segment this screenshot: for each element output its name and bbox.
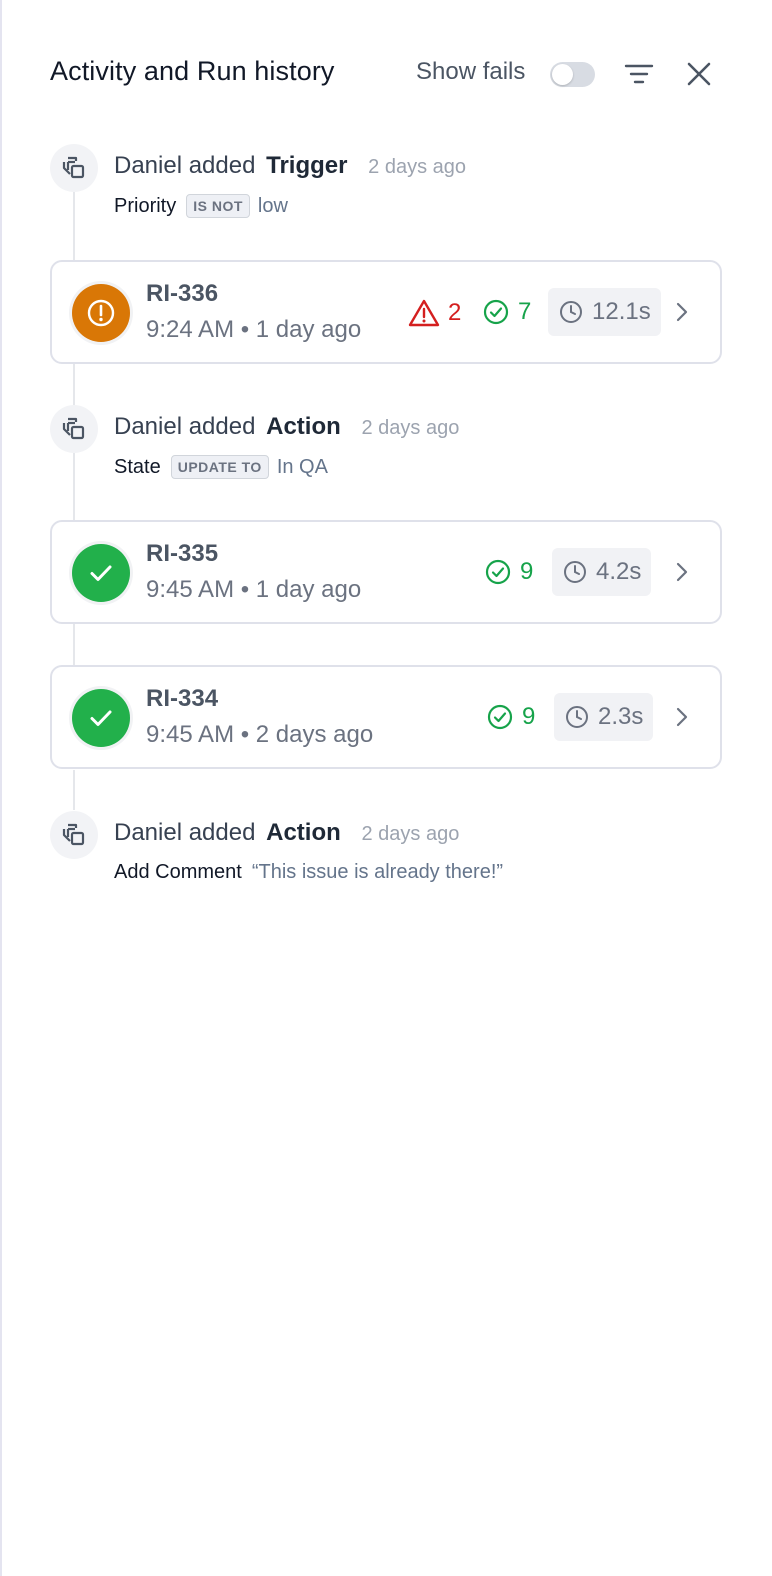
warning-triangle-icon	[408, 299, 440, 327]
close-icon	[687, 62, 711, 86]
run-id: RI-334	[146, 685, 219, 712]
run-status-success	[72, 544, 130, 602]
duration-value: 12.1s	[592, 298, 651, 325]
run-card[interactable]: RI-336 9:24 AM • 1 day ago 2 7 12.1s	[50, 260, 722, 364]
duration-value: 4.2s	[596, 558, 642, 585]
check-icon	[90, 565, 112, 581]
toggle-knob	[552, 64, 573, 85]
chevron-right-icon[interactable]	[670, 705, 694, 729]
activity-object: Action	[266, 819, 341, 846]
run-status-warning	[72, 284, 130, 342]
activity-time: 2 days ago	[361, 823, 460, 845]
run-time: 9:45 AM • 1 day ago	[146, 576, 362, 603]
show-fails-label: Show fails	[416, 58, 526, 85]
activity-actor: Daniel added	[114, 819, 256, 846]
timeline-line	[73, 770, 75, 810]
run-id: RI-336	[146, 280, 219, 307]
exclamation-circle-icon	[87, 299, 115, 327]
activity-run-history-panel: Activity and Run history Show fails Dani…	[0, 0, 772, 1576]
run-card[interactable]: RI-334 9:45 AM • 2 days ago 9 2.3s	[50, 665, 722, 769]
comment-quote: “This issue is already there!”	[251, 861, 504, 883]
duration-value: 2.3s	[598, 703, 644, 730]
activity-item: Daniel added Action 2 days ago State UPD…	[50, 405, 730, 485]
run-pass-count: 9	[486, 703, 535, 731]
chevron-right-icon[interactable]	[670, 560, 694, 584]
activity-icon-badge	[50, 144, 98, 192]
activity-heading: Daniel added Trigger 2 days ago	[114, 152, 466, 180]
check-circle-icon	[487, 704, 513, 730]
activity-value: low	[257, 194, 288, 217]
activity-actor: Daniel added	[114, 413, 256, 440]
chevron-right-icon[interactable]	[670, 300, 694, 324]
activity-icon-badge	[50, 405, 98, 453]
run-duration: 12.1s	[548, 288, 661, 336]
activity-actor: Daniel added	[114, 152, 256, 179]
activity-item: Daniel added Trigger 2 days ago Priority…	[50, 144, 730, 224]
check-icon	[90, 710, 112, 726]
pass-count-value: 7	[518, 298, 532, 325]
activity-detail: State UPDATE TO In QA	[114, 455, 328, 479]
run-id: RI-335	[146, 540, 219, 567]
panel-header: Activity and Run history Show fails	[50, 52, 724, 92]
activity-detail: Add Comment “This issue is already there…	[114, 861, 503, 884]
run-card[interactable]: RI-335 9:45 AM • 1 day ago 9 4.2s	[50, 520, 722, 624]
run-time: 9:24 AM • 1 day ago	[146, 316, 362, 343]
activity-item: Daniel added Action 2 days ago Add Comme…	[50, 811, 730, 891]
activity-object: Action	[266, 413, 341, 440]
activity-field: State	[114, 455, 161, 478]
run-error-count: 2	[408, 298, 461, 328]
activity-object: Trigger	[266, 152, 348, 179]
activity-heading: Daniel added Action 2 days ago	[114, 819, 459, 847]
timeline-line	[73, 624, 75, 666]
check-circle-icon	[485, 559, 511, 585]
activity-detail: Priority IS NOT low	[114, 194, 288, 218]
run-pass-count: 7	[482, 298, 531, 326]
timeline-line	[73, 364, 75, 406]
filter-button[interactable]	[622, 57, 656, 91]
operator-badge: IS NOT	[186, 194, 250, 218]
activity-icon-badge	[50, 811, 98, 859]
activity-field: Add Comment	[114, 861, 242, 883]
operator-badge: UPDATE TO	[170, 455, 269, 479]
activity-heading: Daniel added Action 2 days ago	[114, 413, 459, 441]
run-status-success	[72, 689, 130, 747]
activity-time: 2 days ago	[361, 417, 460, 439]
error-count-value: 2	[448, 299, 462, 326]
run-time: 9:45 AM • 2 days ago	[146, 721, 374, 748]
check-circle-icon	[483, 299, 509, 325]
stacked-squares-icon	[62, 156, 85, 179]
run-pass-count: 9	[484, 558, 533, 586]
close-button[interactable]	[682, 57, 716, 91]
clock-icon	[560, 301, 582, 323]
panel-title: Activity and Run history	[50, 56, 335, 86]
activity-time: 2 days ago	[368, 156, 467, 178]
clock-icon	[566, 706, 588, 728]
run-duration: 4.2s	[552, 548, 652, 596]
filter-icon	[624, 64, 654, 84]
clock-icon	[564, 561, 586, 583]
activity-field: Priority	[114, 194, 177, 217]
pass-count-value: 9	[522, 703, 536, 730]
pass-count-value: 9	[520, 558, 534, 585]
stacked-squares-icon	[62, 823, 85, 846]
show-fails-toggle[interactable]	[550, 62, 595, 87]
run-duration: 2.3s	[554, 693, 654, 741]
stacked-squares-icon	[62, 417, 85, 440]
activity-value: In QA	[276, 455, 328, 478]
